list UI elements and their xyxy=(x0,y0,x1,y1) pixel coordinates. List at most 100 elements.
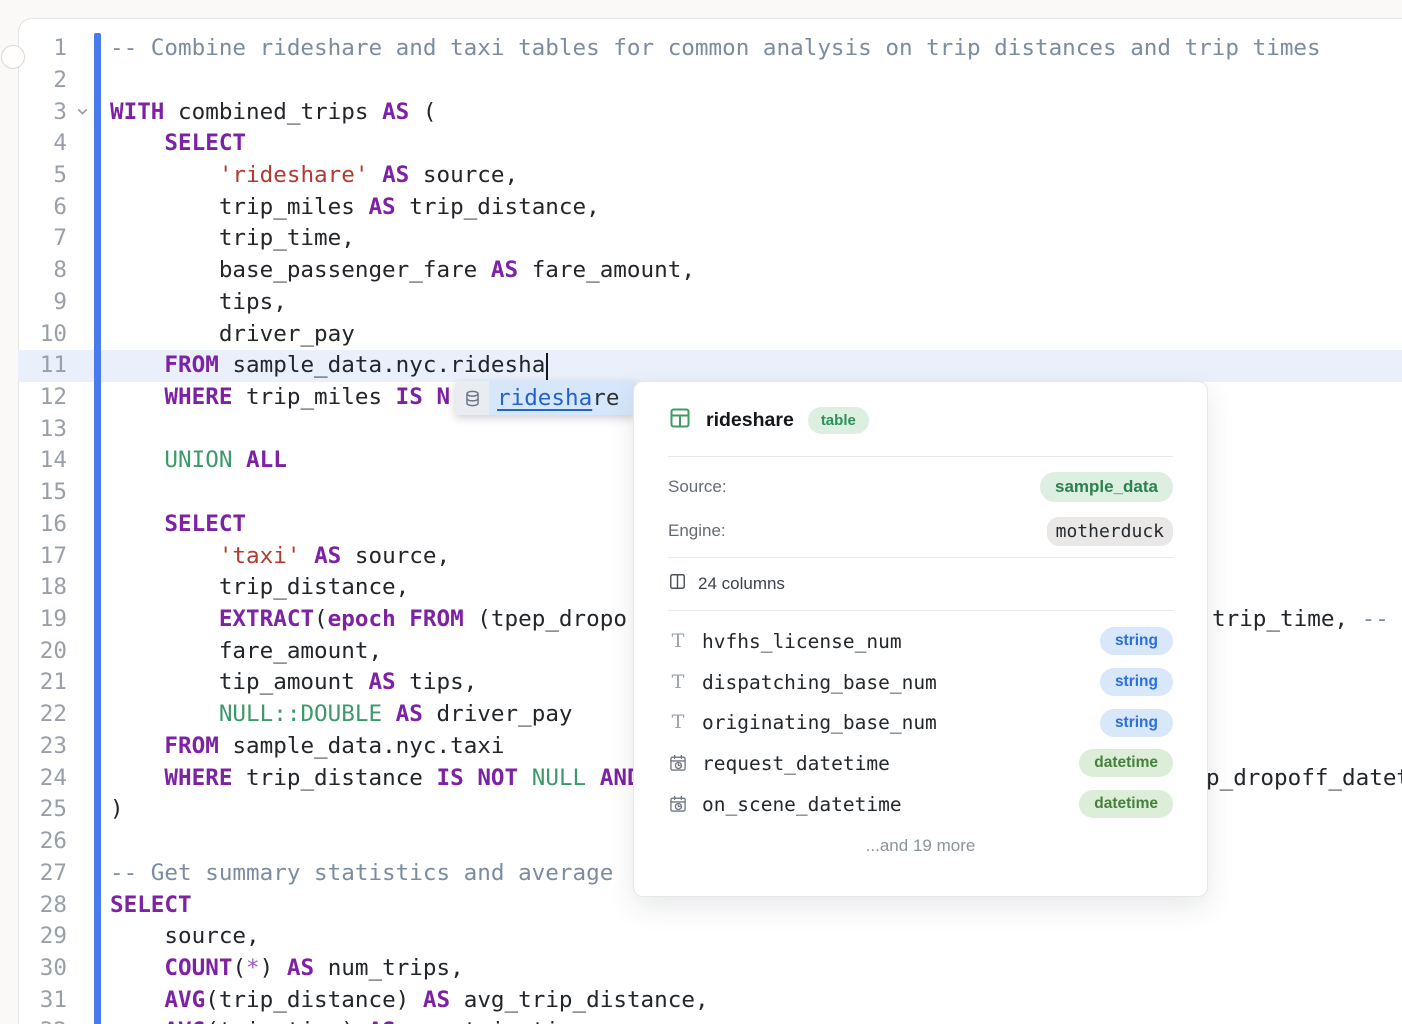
code-token: AS xyxy=(382,99,409,125)
line-number: 28 xyxy=(18,890,67,922)
code-token xyxy=(110,447,164,473)
code-line-30[interactable]: 30 COUNT(*) AS num_trips, xyxy=(18,953,1402,985)
code-token xyxy=(110,987,164,1013)
info-value-pill: sample_data xyxy=(1040,472,1173,502)
code-token: 'taxi' xyxy=(219,543,301,569)
code-token: epoch xyxy=(328,606,396,632)
code-token: ) xyxy=(260,955,287,981)
line-number: 22 xyxy=(18,699,67,731)
code-token: AS xyxy=(368,194,395,220)
line-number: 2 xyxy=(18,65,67,97)
line-number: 20 xyxy=(18,636,67,668)
line-number: 23 xyxy=(18,731,67,763)
line-number: 13 xyxy=(18,414,67,446)
line-number: 32 xyxy=(18,1016,67,1024)
line-number: 5 xyxy=(18,160,67,192)
line-number: 19 xyxy=(18,604,67,636)
code-token: fare_amount, xyxy=(110,638,382,664)
column-row: request_datetimedatetime xyxy=(668,743,1173,784)
line-number: 24 xyxy=(18,763,67,795)
popup-title: rideshare xyxy=(706,409,794,432)
modified-lines-indicator xyxy=(94,33,101,1024)
code-token: trip_distance, xyxy=(110,574,409,600)
code-token: trip_distance xyxy=(232,765,436,791)
text-type-icon: T xyxy=(668,713,688,732)
code-token: 'rideshare' xyxy=(219,162,369,188)
code-token: num_trips, xyxy=(314,955,464,981)
code-token xyxy=(110,511,164,537)
code-token: WHERE xyxy=(164,384,232,410)
code-line-7[interactable]: 7 trip_time, xyxy=(18,223,1402,255)
datetime-type-icon xyxy=(668,753,688,773)
code-token: trip_miles xyxy=(110,194,368,220)
columns-icon xyxy=(668,572,687,596)
column-name: request_datetime xyxy=(702,752,1079,775)
code-line-31[interactable]: 31 AVG(trip_distance) AS avg_trip_distan… xyxy=(18,985,1402,1017)
code-line-6[interactable]: 6 trip_miles AS trip_distance, xyxy=(18,192,1402,224)
line-number: 12 xyxy=(18,382,67,414)
code-token: driver_pay xyxy=(423,701,573,727)
autocomplete-item-rideshare[interactable]: rideshare xyxy=(489,381,637,415)
code-line-32[interactable]: 32 AVG(trip_time) AS avg_trip_time, xyxy=(18,1016,1402,1024)
line-number: 11 xyxy=(18,350,67,382)
code-token: p_dropoff_datet xyxy=(1206,765,1402,791)
code-line-4[interactable]: 4 SELECT xyxy=(18,128,1402,160)
code-token: UNION xyxy=(164,447,232,473)
code-token: NULL xyxy=(532,765,586,791)
code-line-5[interactable]: 5 'rideshare' AS source, xyxy=(18,160,1402,192)
code-line-10[interactable]: 10 driver_pay xyxy=(18,319,1402,351)
code-token: WITH xyxy=(110,99,164,125)
line-number: 17 xyxy=(18,541,67,573)
fold-chevron-icon[interactable] xyxy=(76,105,89,123)
code-token: ( xyxy=(409,99,436,125)
column-list: Thvfhs_license_numstringTdispatching_bas… xyxy=(668,611,1173,824)
column-type-pill: datetime xyxy=(1079,749,1173,777)
text-type-icon: T xyxy=(668,673,688,692)
line-number: 8 xyxy=(18,255,67,287)
code-token xyxy=(110,606,219,632)
code-token xyxy=(232,447,246,473)
code-token: AVG xyxy=(164,987,205,1013)
code-token: AS xyxy=(314,543,341,569)
code-line-29[interactable]: 29 source, xyxy=(18,921,1402,953)
code-fragment-line-19: trip_time, -- xyxy=(1212,604,1389,636)
code-line-8[interactable]: 8 base_passenger_fare AS fare_amount, xyxy=(18,255,1402,287)
columns-count-label: 24 columns xyxy=(698,574,785,594)
code-token: ) xyxy=(110,796,124,822)
code-token: ( xyxy=(232,955,246,981)
popup-header: rideshare table xyxy=(668,404,1173,436)
code-line-11[interactable]: 11 FROM sample_data.nyc.ridesha xyxy=(18,350,1402,382)
info-row: Source:sample_data xyxy=(668,465,1173,509)
code-token xyxy=(300,543,314,569)
code-line-2[interactable]: 2 xyxy=(18,65,1402,97)
code-line-9[interactable]: 9 tips, xyxy=(18,287,1402,319)
code-token: sample_data.nyc.ridesha xyxy=(219,352,545,378)
code-token: source, xyxy=(110,923,260,949)
code-token: IS xyxy=(436,765,463,791)
code-token: trip_time, xyxy=(110,225,355,251)
line-number: 10 xyxy=(18,319,67,351)
code-token: avg_trip_time, xyxy=(396,1018,600,1024)
more-columns-label: ...and 19 more xyxy=(668,830,1173,862)
table-info-popup: rideshare table Source:sample_dataEngine… xyxy=(633,381,1208,897)
popup-info-rows: Source:sample_dataEngine:motherduck xyxy=(668,457,1173,553)
code-token: COUNT xyxy=(164,955,232,981)
text-cursor xyxy=(546,353,548,380)
code-token: SELECT xyxy=(110,892,192,918)
line-number: 31 xyxy=(18,985,67,1017)
code-token: AS xyxy=(287,955,314,981)
line-number: 9 xyxy=(18,287,67,319)
column-type-pill: string xyxy=(1100,627,1173,655)
code-token: NOT xyxy=(477,765,518,791)
code-token: FROM xyxy=(164,352,218,378)
code-line-3[interactable]: 3WITH combined_trips AS ( xyxy=(18,97,1402,129)
column-name: originating_base_num xyxy=(702,711,1100,734)
code-token: -- Combine rideshare and taxi tables for… xyxy=(110,35,1321,61)
line-number: 29 xyxy=(18,921,67,953)
code-line-1[interactable]: 1-- Combine rideshare and taxi tables fo… xyxy=(18,33,1402,65)
line-number: 18 xyxy=(18,572,67,604)
code-token: trip_distance, xyxy=(396,194,600,220)
text-type-icon: T xyxy=(668,632,688,651)
code-token: (trip_distance) xyxy=(205,987,423,1013)
code-token: AS xyxy=(382,162,409,188)
